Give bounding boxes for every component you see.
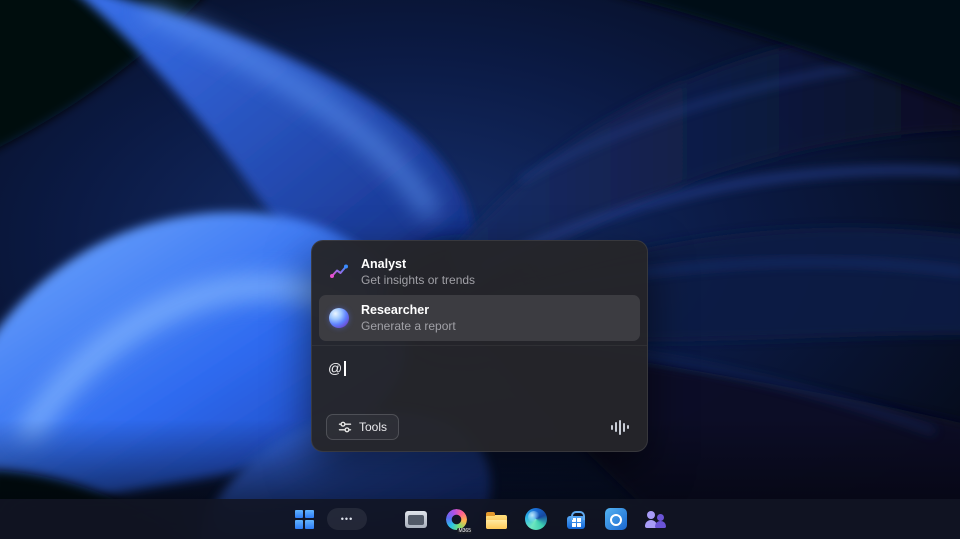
windows-logo-icon — [295, 510, 314, 529]
taskbar-app-window[interactable] — [399, 502, 433, 536]
composer-toolbar: Tools — [326, 414, 635, 440]
microsoft-store-icon — [567, 516, 585, 529]
taskbar-file-explorer[interactable] — [479, 502, 513, 536]
overflow-button[interactable]: ••• — [327, 508, 367, 530]
agent-menu: Analyst Get insights or trends Researche… — [312, 241, 647, 345]
tools-label: Tools — [359, 420, 387, 434]
menu-item-title: Researcher — [361, 302, 456, 318]
menu-item-title: Analyst — [361, 256, 475, 272]
prompt-input[interactable]: @ — [328, 358, 631, 378]
menu-item-researcher[interactable]: Researcher Generate a report — [319, 295, 640, 341]
copilot-popup: Analyst Get insights or trends Researche… — [311, 240, 648, 452]
tools-sliders-icon — [338, 420, 352, 434]
app-window-icon — [405, 511, 427, 528]
desktop: Analyst Get insights or trends Researche… — [0, 0, 960, 539]
outlook-icon — [605, 508, 627, 530]
m365-copilot-icon — [446, 509, 467, 530]
file-explorer-icon — [486, 515, 507, 529]
people-icon — [645, 508, 667, 530]
menu-item-subtitle: Get insights or trends — [361, 273, 475, 288]
taskbar-edge[interactable] — [519, 502, 553, 536]
text-caret — [344, 361, 346, 376]
voice-input-button[interactable] — [605, 414, 635, 440]
menu-item-analyst[interactable]: Analyst Get insights or trends — [319, 249, 640, 295]
store-window-panes — [572, 518, 581, 527]
prompt-text: @ — [328, 360, 342, 376]
taskbar-spacer — [373, 519, 393, 520]
edge-browser-icon — [525, 508, 547, 530]
taskbar: ••• M365 — [0, 499, 960, 539]
start-button[interactable] — [287, 502, 321, 536]
researcher-sphere-icon — [329, 308, 349, 328]
taskbar-people[interactable] — [639, 502, 673, 536]
m365-badge: M365 — [457, 528, 472, 534]
taskbar-store[interactable] — [559, 502, 593, 536]
composer: @ Tools — [312, 345, 647, 451]
taskbar-outlook[interactable] — [599, 502, 633, 536]
analyst-chart-icon — [329, 262, 349, 282]
tools-button[interactable]: Tools — [326, 414, 399, 440]
taskbar-m365-copilot[interactable]: M365 — [439, 502, 473, 536]
menu-item-subtitle: Generate a report — [361, 319, 456, 334]
menu-item-texts: Researcher Generate a report — [361, 302, 456, 334]
menu-item-texts: Analyst Get insights or trends — [361, 256, 475, 288]
voice-waveform-icon — [611, 419, 629, 435]
ellipsis-icon: ••• — [341, 514, 353, 524]
